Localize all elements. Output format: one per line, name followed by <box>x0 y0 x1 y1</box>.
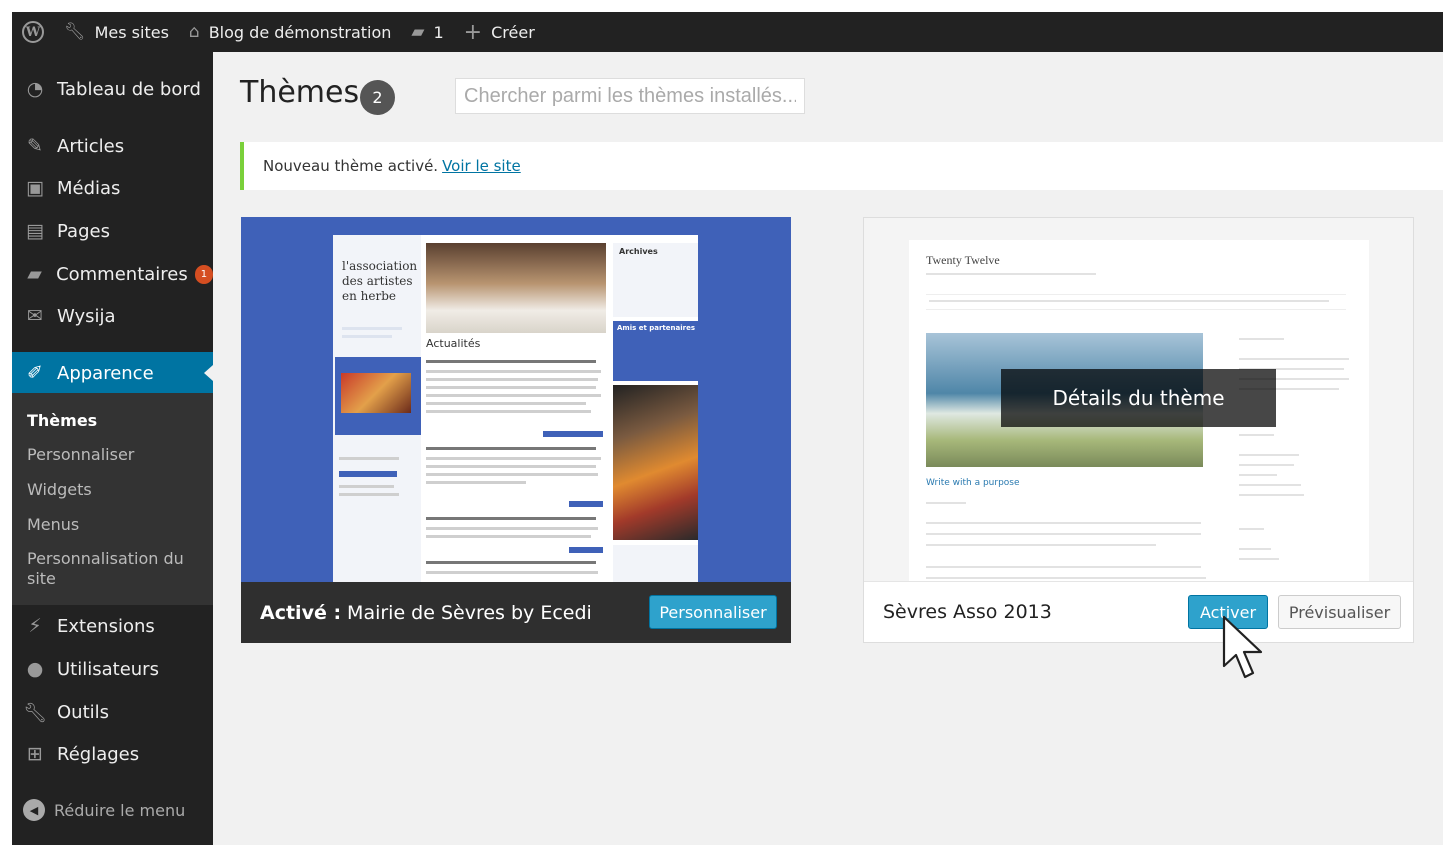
menu-media[interactable]: ▣ Médias <box>12 168 213 208</box>
brush-icon: ✐ <box>27 362 43 384</box>
mock-friends-heading: Amis et partenaires <box>617 324 695 332</box>
comments-icon: ▰ <box>27 263 42 285</box>
menu-wysija[interactable]: ✉ Wysija <box>12 296 213 336</box>
mock-friends-box: Amis et partenaires <box>613 321 698 381</box>
mock-site-title: Twenty Twelve <box>926 253 1000 267</box>
menu-media-label: Médias <box>57 177 121 199</box>
menu-pages[interactable]: ▤ Pages <box>12 211 213 251</box>
envelope-icon: ✉ <box>27 305 43 327</box>
mock-blue-block <box>335 357 421 435</box>
active-theme-name: Activé : Mairie de Sèvres by Ecedi <box>260 602 592 624</box>
my-sites-label: Mes sites <box>94 22 169 42</box>
menu-tools[interactable]: 🔧︎ Outils <box>12 692 213 732</box>
comments-count: 1 <box>433 22 444 42</box>
pages-icon: ▤ <box>26 220 44 242</box>
collapse-arrow-icon: ◀ <box>23 799 45 821</box>
settings-icon: ⊞ <box>27 743 43 765</box>
admin-sidebar: ◔ Tableau de bord ✎ Articles ▣ Médias ▤ … <box>12 52 213 845</box>
menu-comments[interactable]: ▰ Commentaires 1 <box>12 254 213 294</box>
theme-count-badge: 2 <box>360 80 395 115</box>
comment-bubble-icon: ▰ <box>411 22 425 42</box>
preview-button[interactable]: Prévisualiser <box>1278 595 1401 629</box>
theme-name-bar: Sèvres Asso 2013 Activer Prévisualiser <box>864 581 1413 642</box>
theme-search-input[interactable] <box>455 78 805 114</box>
pin-icon: ✎ <box>27 135 43 157</box>
wp-logo-button[interactable]: W <box>12 12 54 52</box>
wp-admin-window: W 🔧︎ Mes sites ⌂ Blog de démonstration ▰… <box>12 12 1443 845</box>
new-content-label: Créer <box>491 22 535 42</box>
theme-card-sevres-asso[interactable]: Twenty Twelve Write with a purpose Détai… <box>863 217 1414 643</box>
active-prefix: Activé : <box>260 601 342 624</box>
menu-dashboard[interactable]: ◔ Tableau de bord <box>12 69 213 109</box>
menu-users[interactable]: ● Utilisateurs <box>12 649 213 689</box>
mock-group-photo <box>613 385 698 540</box>
comments-menu[interactable]: ▰ 1 <box>401 12 453 52</box>
menu-appearance-label: Apparence <box>57 362 154 384</box>
theme-title: Sèvres Asso 2013 <box>883 601 1052 623</box>
customize-button[interactable]: Personnaliser <box>649 595 777 629</box>
menu-users-label: Utilisateurs <box>57 658 159 680</box>
mock-news-heading: Actualités <box>426 337 481 350</box>
collapse-menu-label: Réduire le menu <box>54 800 186 820</box>
view-site-link[interactable]: Voir le site <box>442 157 521 175</box>
user-icon: ● <box>26 658 44 680</box>
mock-page: l'association des artistes en herbe Actu… <box>333 235 698 582</box>
submenu-widgets[interactable]: Widgets <box>27 480 197 500</box>
menu-settings-label: Réglages <box>57 743 140 765</box>
menu-appearance[interactable]: ✐ Apparence <box>12 352 213 394</box>
wordpress-logo-icon: W <box>22 21 44 43</box>
submenu-themes[interactable]: Thèmes <box>27 411 197 431</box>
home-icon: ⌂ <box>188 22 200 42</box>
site-name-label: Blog de démonstration <box>208 22 392 42</box>
submenu-customize[interactable]: Personnaliser <box>27 445 197 465</box>
plus-icon: + <box>463 19 483 45</box>
menu-tools-label: Outils <box>57 701 110 723</box>
menu-plugins[interactable]: ⚡︎ Extensions <box>12 606 213 646</box>
site-name-menu[interactable]: ⌂ Blog de démonstration <box>179 12 402 52</box>
menu-posts-label: Articles <box>57 135 125 157</box>
comments-badge: 1 <box>194 264 213 284</box>
theme-screenshot[interactable]: Twenty Twelve Write with a purpose Détai… <box>864 218 1413 583</box>
menu-plugins-label: Extensions <box>57 615 155 637</box>
notice-text: Nouveau thème activé. <box>263 157 439 175</box>
admin-bar: W 🔧︎ Mes sites ⌂ Blog de démonstration ▰… <box>12 12 1443 52</box>
theme-activated-notice: Nouveau thème activé. Voir le site <box>240 142 1443 190</box>
new-content-menu[interactable]: + Créer <box>454 12 545 52</box>
tools-icon: 🔧︎ <box>23 701 48 724</box>
wrench-icon: 🔧︎ <box>64 22 86 42</box>
collapse-menu-button[interactable]: ◀ Réduire le menu <box>23 799 185 821</box>
active-theme-title: Mairie de Sèvres by Ecedi <box>347 601 592 624</box>
submenu-menus[interactable]: Menus <box>27 515 197 535</box>
dashboard-icon: ◔ <box>26 78 44 100</box>
menu-posts[interactable]: ✎ Articles <box>12 126 213 166</box>
menu-wysija-label: Wysija <box>57 305 116 327</box>
theme-card-active[interactable]: l'association des artistes en herbe Actu… <box>241 217 791 643</box>
menu-pages-label: Pages <box>57 220 110 242</box>
menu-comments-label: Commentaires <box>56 263 188 285</box>
media-icon: ▣ <box>26 177 44 199</box>
mock-archives-heading: Archives <box>619 247 658 256</box>
mock-association-heading: l'association des artistes en herbe <box>342 259 418 303</box>
my-sites-menu[interactable]: 🔧︎ Mes sites <box>54 12 179 52</box>
mouse-pointer-icon <box>1222 615 1263 679</box>
theme-details-overlay[interactable]: Détails du thème <box>1001 369 1276 427</box>
page-title: Thèmes <box>240 75 360 110</box>
mock-people-photo <box>341 373 411 413</box>
menu-dashboard-label: Tableau de bord <box>57 78 201 100</box>
submenu-site-customization[interactable]: Personnalisation du site <box>27 549 197 589</box>
active-theme-bar: Activé : Mairie de Sèvres by Ecedi Person… <box>241 582 791 643</box>
plugin-icon: ⚡︎ <box>28 615 42 637</box>
theme-screenshot[interactable]: l'association des artistes en herbe Actu… <box>241 217 791 582</box>
mock-post-title: Write with a purpose <box>926 478 1020 488</box>
active-menu-arrow <box>204 365 213 381</box>
appearance-submenu: Thèmes Personnaliser Widgets Menus Perso… <box>12 393 213 605</box>
mock-workshop-photo <box>426 243 606 333</box>
mock-archives-box: Archives <box>613 243 698 317</box>
menu-settings[interactable]: ⊞ Réglages <box>12 734 213 774</box>
